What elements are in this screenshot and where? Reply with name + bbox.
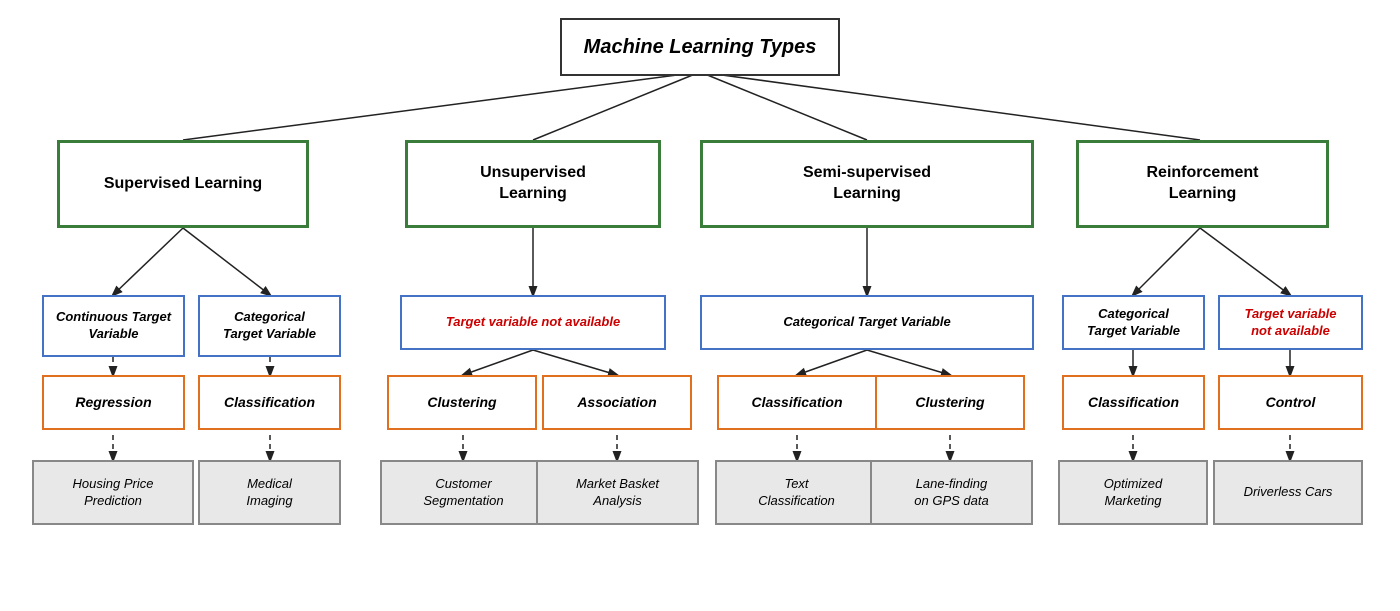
continuous-node: Continuous Target Variable — [42, 295, 185, 357]
control-node: Control — [1218, 375, 1363, 430]
categorical-semi-node: Categorical Target Variable — [700, 295, 1034, 350]
target-not-avail-reinf-node: Target variablenot available — [1218, 295, 1363, 350]
housing-node: Housing PricePrediction — [32, 460, 194, 525]
market-node: Market BasketAnalysis — [536, 460, 699, 525]
target-not-avail-unsup-node: Target variable not available — [400, 295, 666, 350]
classification-semi-node: Classification — [717, 375, 877, 430]
driverless-node: Driverless Cars — [1213, 460, 1363, 525]
customer-node: CustomerSegmentation — [380, 460, 547, 525]
association-node: Association — [542, 375, 692, 430]
supervised-node: Supervised Learning — [57, 140, 309, 228]
clustering-unsup-node: Clustering — [387, 375, 537, 430]
diagram: Machine Learning Types Supervised Learni… — [0, 0, 1400, 611]
optimized-node: OptimizedMarketing — [1058, 460, 1208, 525]
classification-sup-node: Classification — [198, 375, 341, 430]
reinforcement-node: ReinforcementLearning — [1076, 140, 1329, 228]
unsupervised-node: UnsupervisedLearning — [405, 140, 661, 228]
text-class-node: TextClassification — [715, 460, 878, 525]
classification-reinf-node: Classification — [1062, 375, 1205, 430]
root-node: Machine Learning Types — [560, 18, 840, 76]
lane-node: Lane-findingon GPS data — [870, 460, 1033, 525]
clustering-semi-node: Clustering — [875, 375, 1025, 430]
categorical-reinf-node: CategoricalTarget Variable — [1062, 295, 1205, 350]
regression-node: Regression — [42, 375, 185, 430]
categorical-sup-node: CategoricalTarget Variable — [198, 295, 341, 357]
medical-node: MedicalImaging — [198, 460, 341, 525]
semi-node: Semi-supervisedLearning — [700, 140, 1034, 228]
